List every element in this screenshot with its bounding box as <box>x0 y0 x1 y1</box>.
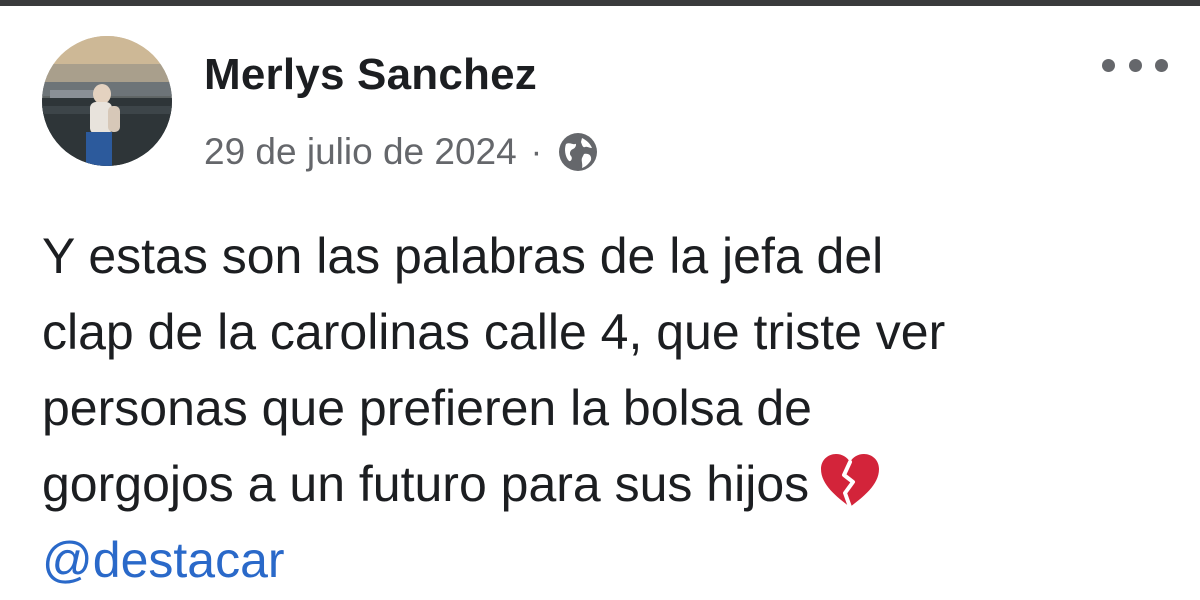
post-date[interactable]: 29 de julio de 2024 <box>204 131 517 173</box>
post-card: Merlys Sanchez 29 de julio de 2024 · Y e… <box>0 6 1200 600</box>
avatar[interactable] <box>42 36 172 166</box>
post-text-line: gorgojos a un futuro para sus hijos <box>42 456 810 512</box>
more-options-icon <box>1128 58 1142 72</box>
post-text-line-mention: @destacar <box>42 522 1162 598</box>
more-options-icon <box>1102 58 1115 72</box>
post-text-line-last: gorgojos a un futuro para sus hijos <box>42 446 1162 522</box>
broken-heart-icon <box>817 451 883 511</box>
post-meta: 29 de julio de 2024 · <box>204 130 600 174</box>
post-text: Y estas son las palabras de la jefa del … <box>42 218 1162 598</box>
more-options-button[interactable] <box>1102 50 1168 80</box>
avatar-photo <box>42 36 172 166</box>
post-text-line: Y estas son las palabras de la jefa del <box>42 228 884 284</box>
author-name[interactable]: Merlys Sanchez <box>204 50 537 100</box>
mention-link[interactable]: @destacar <box>42 532 285 588</box>
more-options-icon <box>1155 58 1168 72</box>
post-text-line: personas que prefieren la bolsa de <box>42 380 812 436</box>
globe-icon[interactable] <box>556 130 600 174</box>
facebook-post-screenshot: Merlys Sanchez 29 de julio de 2024 · Y e… <box>0 0 1200 600</box>
post-text-line: clap de la carolinas calle 4, que triste… <box>42 304 946 360</box>
meta-separator: · <box>530 132 543 171</box>
